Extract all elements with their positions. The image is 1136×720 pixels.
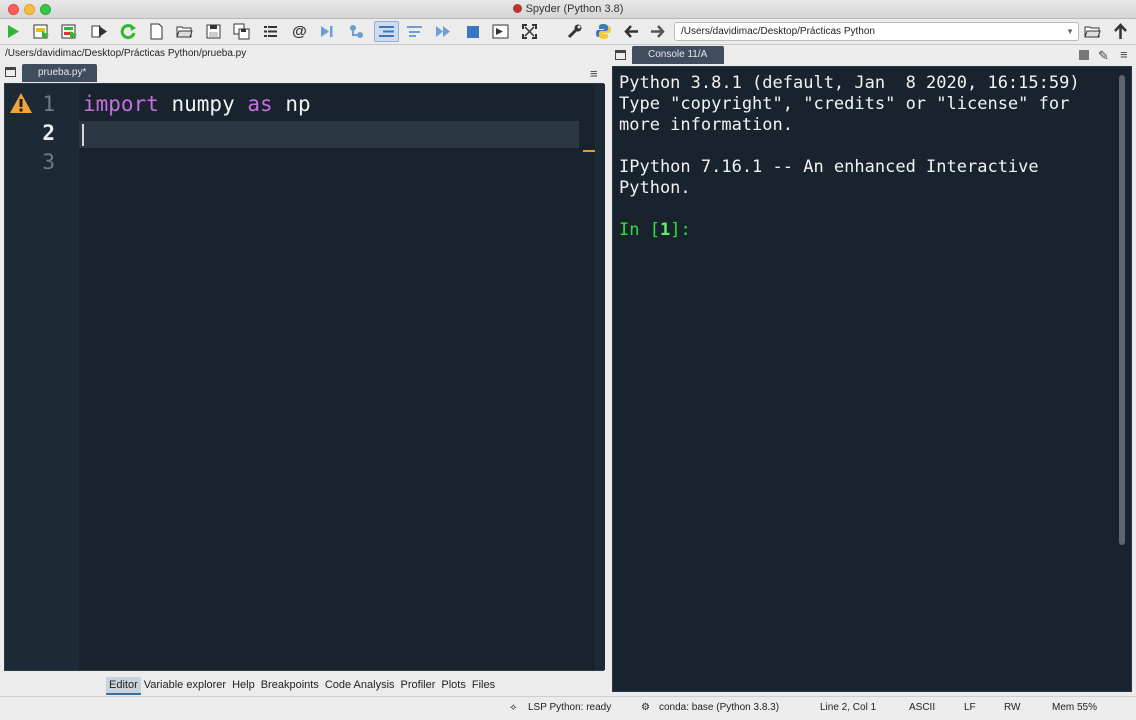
- tab-files[interactable]: Files: [469, 677, 498, 693]
- editor-scrollbar[interactable]: [595, 84, 605, 670]
- editor-tab-bar: prueba.py* ≡: [0, 63, 606, 83]
- run-selection-icon[interactable]: [91, 23, 108, 40]
- python-icon[interactable]: [595, 23, 612, 40]
- tab-editor[interactable]: Editor: [106, 677, 141, 695]
- at-icon[interactable]: @: [291, 23, 308, 40]
- lsp-icon: ⟡: [510, 702, 517, 713]
- tab-help[interactable]: Help: [229, 677, 258, 693]
- cursor-position: Line 2, Col 1: [820, 702, 877, 713]
- save-icon[interactable]: [205, 23, 222, 40]
- continue-icon[interactable]: [435, 23, 452, 40]
- fullscreen-icon[interactable]: [521, 23, 538, 40]
- back-arrow-icon[interactable]: [623, 23, 640, 40]
- rerun-icon[interactable]: [120, 23, 137, 40]
- up-arrow-icon[interactable]: [1112, 23, 1129, 40]
- new-file-icon[interactable]: [148, 23, 165, 40]
- working-directory-combo[interactable]: /Users/davidimac/Desktop/Prácticas Pytho…: [674, 22, 1079, 41]
- file-encoding: ASCII: [909, 702, 936, 713]
- hamburger-menu-icon[interactable]: ≡: [1120, 47, 1128, 62]
- console-tab-label: Console 11/A: [648, 49, 708, 60]
- window-title-wrap: Spyder (Python 3.8): [0, 3, 1136, 15]
- line-ending: LF: [964, 702, 976, 713]
- conda-status: conda: base (Python 3.8.3): [659, 702, 780, 713]
- title-bar: Spyder (Python 3.8): [0, 0, 1136, 19]
- console-tab[interactable]: Console 11/A: [632, 46, 724, 64]
- eraser-icon[interactable]: ✎: [1098, 48, 1109, 64]
- file-mode: RW: [1004, 702, 1021, 713]
- indent-icon[interactable]: [374, 21, 399, 42]
- debug-step-icon[interactable]: [318, 23, 335, 40]
- tab-breakpoints[interactable]: Breakpoints: [258, 677, 322, 693]
- open-file-icon[interactable]: [176, 23, 193, 40]
- editor-bottom-tabs: Editor Variable explorer Help Breakpoints Co…: [106, 677, 498, 695]
- tab-variable-explorer[interactable]: Variable explorer: [141, 677, 229, 693]
- prompt-number: 1: [659, 220, 671, 240]
- hamburger-menu-icon[interactable]: ≡: [590, 66, 598, 81]
- text-caret: [82, 124, 84, 146]
- status-bar: ⟡ LSP Python: ready ⚙ conda: base (Pytho…: [0, 696, 1136, 720]
- tab-code-analysis[interactable]: Code Analysis: [322, 677, 398, 693]
- lsp-status: LSP Python: ready: [528, 702, 612, 713]
- code-line-1[interactable]: import numpy as np: [83, 92, 311, 116]
- identifier-numpy: numpy: [158, 92, 248, 116]
- chevron-down-icon: ▼: [1066, 27, 1074, 36]
- working-directory-text: /Users/davidimac/Desktop/Prácticas Pytho…: [681, 26, 875, 37]
- pane-undock-icon[interactable]: [615, 50, 626, 60]
- conda-icon: ⚙: [641, 702, 650, 713]
- main-toolbar: @ /Users/davidimac/Desktop/Prácticas Pyt…: [0, 19, 1136, 45]
- list-icon[interactable]: [262, 23, 279, 40]
- maximize-pane-icon[interactable]: [492, 23, 509, 40]
- memory-usage: Mem 55%: [1052, 702, 1098, 713]
- line-number: 1: [42, 92, 55, 116]
- current-line-highlight: [79, 121, 579, 148]
- editor-tab-label: prueba.py*: [38, 67, 87, 78]
- editor-file-tab[interactable]: prueba.py*: [22, 64, 97, 82]
- tab-profiler[interactable]: Profiler: [398, 677, 439, 693]
- line-number: 3: [42, 150, 55, 174]
- console-banner-ipython: IPython 7.16.1 -- An enhanced Interactiv…: [619, 157, 1039, 198]
- ipython-console[interactable]: Python 3.8.1 (default, Jan 8 2020, 16:15…: [612, 66, 1132, 692]
- save-all-icon[interactable]: [233, 23, 250, 40]
- folder-open-icon[interactable]: [1084, 23, 1101, 40]
- identifier-np: np: [272, 92, 311, 116]
- console-banner-python: Python 3.8.1 (default, Jan 8 2020, 16:15…: [619, 73, 1080, 135]
- code-editor[interactable]: 1 2 3 import numpy as np: [4, 83, 605, 671]
- warning-icon[interactable]: [9, 92, 33, 114]
- prompt-in: In [: [619, 220, 660, 240]
- console-output: Python 3.8.1 (default, Jan 8 2020, 16:15…: [619, 73, 1115, 241]
- dedent-icon[interactable]: [406, 23, 423, 40]
- run-cell-advance-icon[interactable]: [61, 23, 78, 40]
- pane-undock-icon[interactable]: [5, 67, 16, 77]
- console-scrollbar[interactable]: [1119, 75, 1125, 545]
- run-icon[interactable]: [4, 23, 21, 40]
- line-number-gutter: 1 2 3: [5, 84, 79, 670]
- keyword-import: import: [83, 92, 159, 116]
- run-cell-icon[interactable]: [33, 23, 50, 40]
- tab-plots[interactable]: Plots: [438, 677, 468, 693]
- debug-cell-icon[interactable]: [348, 23, 365, 40]
- keyword-as: as: [247, 92, 273, 116]
- stop-kernel-icon[interactable]: [1079, 50, 1089, 60]
- editor-file-path: /Users/davidimac/Desktop/Prácticas Pytho…: [5, 48, 247, 59]
- prompt-end: ]:: [670, 220, 691, 240]
- spyder-logo-icon: [512, 4, 522, 13]
- window-title: Spyder (Python 3.8): [525, 3, 624, 15]
- forward-arrow-icon[interactable]: [649, 23, 666, 40]
- line-number-current: 2: [42, 121, 55, 145]
- stop-icon[interactable]: [464, 23, 481, 40]
- wrench-icon[interactable]: [566, 23, 583, 40]
- console-prompt[interactable]: In [1]:: [619, 220, 1115, 241]
- console-tab-bar: Console 11/A ✎ ≡: [612, 45, 1136, 65]
